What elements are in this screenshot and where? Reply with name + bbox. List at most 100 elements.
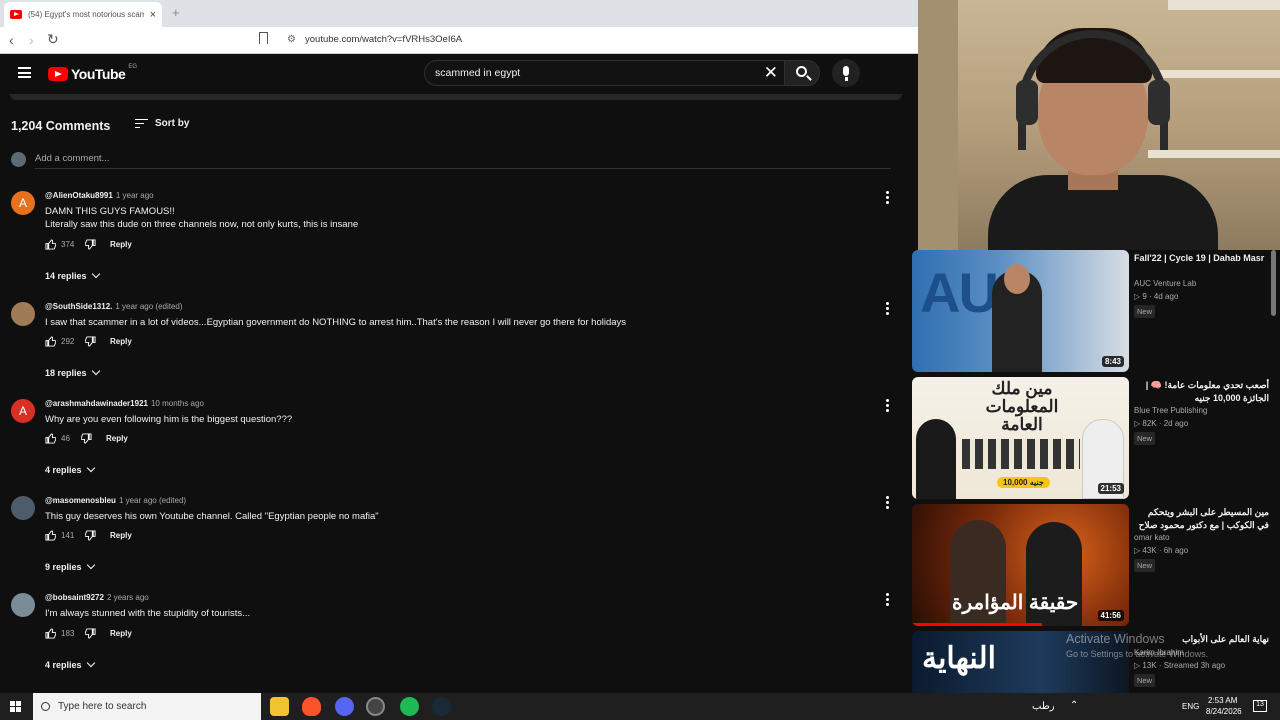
comment-time[interactable]: 1 year ago (edited) bbox=[119, 496, 186, 505]
replies-count: 9 replies bbox=[45, 562, 82, 572]
replies-toggle[interactable]: 14 replies bbox=[45, 269, 100, 281]
replies-toggle[interactable]: 4 replies bbox=[45, 658, 95, 670]
comment-text: Why are you even following him is the bi… bbox=[45, 413, 292, 426]
weather-label[interactable]: رطب bbox=[1032, 701, 1055, 712]
replies-toggle[interactable]: 4 replies bbox=[45, 463, 95, 475]
comment-actions: 183 Reply bbox=[45, 628, 132, 639]
reload-icon[interactable]: ↻ bbox=[47, 31, 59, 48]
comment-author[interactable]: @SouthSide1312. bbox=[45, 302, 112, 311]
avatar[interactable]: A bbox=[11, 399, 35, 423]
like-icon[interactable] bbox=[45, 239, 57, 250]
voice-search-icon[interactable] bbox=[832, 59, 860, 87]
screen: (54) Egypt's most notorious scam × + ‹ ›… bbox=[0, 0, 1280, 720]
reply-button[interactable]: Reply bbox=[110, 629, 132, 638]
browser-tab[interactable]: (54) Egypt's most notorious scam × bbox=[4, 2, 162, 27]
more-options-icon[interactable] bbox=[886, 191, 890, 204]
comment-author[interactable]: @bobsaint9272 bbox=[45, 593, 104, 602]
video-thumbnail[interactable]: AUC 8:43 bbox=[912, 250, 1129, 372]
comment-author[interactable]: @masomenosbleu bbox=[45, 496, 116, 505]
like-icon[interactable] bbox=[45, 628, 57, 639]
recommendation[interactable]: AUC 8:43 Fall'22 | Cycle 19 | Dahab Masr… bbox=[912, 250, 1280, 374]
webcam-overlay bbox=[918, 0, 1280, 250]
windows-start-icon[interactable] bbox=[10, 701, 21, 712]
dislike-icon[interactable] bbox=[84, 530, 96, 541]
more-options-icon[interactable] bbox=[886, 302, 890, 315]
like-count: 374 bbox=[61, 240, 75, 249]
comment-author[interactable]: @AlienOtaku8991 bbox=[45, 191, 113, 200]
video-title[interactable]: مين المسيطر على البشر ويتحكم في الكوكب |… bbox=[1134, 506, 1269, 532]
comment-header: @arashmahdawinader1921 10 months ago bbox=[45, 399, 204, 408]
dislike-icon[interactable] bbox=[84, 336, 96, 347]
recommendation[interactable]: مين ملك المعلومات العامة 10,000 جنيه 21:… bbox=[912, 377, 1280, 501]
youtube-logo[interactable]: YouTube EG bbox=[48, 64, 137, 82]
spotify-icon[interactable] bbox=[400, 697, 419, 716]
replies-toggle[interactable]: 9 replies bbox=[45, 560, 95, 572]
add-comment-input[interactable]: Add a comment... bbox=[35, 153, 891, 169]
back-icon[interactable]: ‹ bbox=[9, 32, 14, 48]
steam-icon[interactable] bbox=[432, 697, 451, 716]
like-icon[interactable] bbox=[45, 530, 57, 541]
youtube-header: YouTube EG scammed in egypt ✕ bbox=[0, 54, 918, 94]
reply-button[interactable]: Reply bbox=[106, 434, 128, 443]
comment-text: DAMN THIS GUYS FAMOUS!! Literally saw th… bbox=[45, 205, 358, 231]
notification-icon[interactable]: 13 bbox=[1253, 700, 1267, 712]
like-icon[interactable] bbox=[45, 336, 57, 347]
search-input[interactable]: scammed in egypt ✕ bbox=[424, 60, 784, 86]
avatar[interactable] bbox=[11, 496, 35, 520]
file-explorer-icon[interactable] bbox=[270, 697, 289, 716]
comment-time[interactable]: 2 years ago bbox=[107, 593, 149, 602]
search-button[interactable] bbox=[784, 60, 820, 86]
video-duration: 8:43 bbox=[1101, 356, 1124, 367]
chevron-up-icon[interactable]: ⌃ bbox=[1070, 700, 1078, 711]
forward-icon[interactable]: › bbox=[29, 32, 34, 48]
comment-author[interactable]: @arashmahdawinader1921 bbox=[45, 399, 148, 408]
recommendation[interactable]: حقيقة المؤامرة 41:56 مين المسيطر على الب… bbox=[912, 504, 1280, 628]
brave-browser-icon[interactable] bbox=[302, 697, 321, 716]
url-field[interactable]: youtube.com/watch?v=fVRHs3OeI6A bbox=[305, 34, 462, 45]
video-thumbnail[interactable]: حقيقة المؤامرة 41:56 bbox=[912, 504, 1129, 626]
comment-time[interactable]: 1 year ago (edited) bbox=[115, 302, 182, 311]
obs-icon[interactable] bbox=[366, 697, 385, 716]
clock-time[interactable]: 2:53 AM bbox=[1208, 696, 1237, 705]
clear-search-icon[interactable]: ✕ bbox=[764, 63, 778, 83]
discord-icon[interactable] bbox=[335, 697, 354, 716]
avatar[interactable] bbox=[11, 302, 35, 326]
menu-icon[interactable] bbox=[18, 67, 31, 78]
new-tab-button[interactable]: + bbox=[172, 5, 180, 20]
avatar[interactable] bbox=[11, 593, 35, 617]
video-title[interactable]: أصعب تحدي معلومات عامة! 🧠 | الجائزة 10,0… bbox=[1134, 379, 1269, 405]
comment-actions: 374 Reply bbox=[45, 239, 132, 250]
dislike-icon[interactable] bbox=[84, 239, 96, 250]
dislike-icon[interactable] bbox=[84, 628, 96, 639]
channel-name[interactable]: Blue Tree Publishing bbox=[1134, 406, 1207, 415]
more-options-icon[interactable] bbox=[886, 496, 890, 509]
video-title[interactable]: Fall'22 | Cycle 19 | Dahab Masr bbox=[1134, 252, 1269, 265]
more-options-icon[interactable] bbox=[886, 593, 890, 606]
more-options-icon[interactable] bbox=[886, 399, 890, 412]
replies-toggle[interactable]: 18 replies bbox=[45, 366, 100, 378]
language-indicator[interactable]: ENG bbox=[1182, 702, 1199, 711]
browser-tab-bar: (54) Egypt's most notorious scam × + bbox=[0, 0, 918, 27]
dislike-icon[interactable] bbox=[80, 433, 92, 444]
clock-date[interactable]: 8/24/2026 bbox=[1206, 707, 1242, 716]
scrollbar[interactable] bbox=[1271, 250, 1276, 316]
like-icon[interactable] bbox=[45, 433, 57, 444]
reply-button[interactable]: Reply bbox=[110, 337, 132, 346]
tab-close-icon[interactable]: × bbox=[150, 9, 156, 21]
comment-actions: 292 Reply bbox=[45, 336, 132, 347]
comment-time[interactable]: 10 months ago bbox=[151, 399, 204, 408]
video-thumbnail[interactable]: مين ملك المعلومات العامة 10,000 جنيه 21:… bbox=[912, 377, 1129, 499]
channel-name[interactable]: AUC Venture Lab bbox=[1134, 279, 1196, 288]
comment-time[interactable]: 1 year ago bbox=[116, 191, 154, 200]
taskbar-search[interactable]: Type here to search bbox=[33, 693, 261, 720]
new-badge: New bbox=[1134, 305, 1156, 318]
reply-button[interactable]: Reply bbox=[110, 240, 132, 249]
channel-name[interactable]: omar kato bbox=[1134, 533, 1170, 542]
chevron-down-icon bbox=[86, 560, 95, 570]
reply-button[interactable]: Reply bbox=[110, 531, 132, 540]
bookmark-icon[interactable] bbox=[259, 32, 268, 44]
site-info-icon[interactable]: ⚙ bbox=[287, 34, 296, 45]
avatar[interactable]: A bbox=[11, 191, 35, 215]
sort-by-button[interactable]: Sort by bbox=[135, 118, 189, 129]
search-query: scammed in egypt bbox=[435, 67, 521, 79]
